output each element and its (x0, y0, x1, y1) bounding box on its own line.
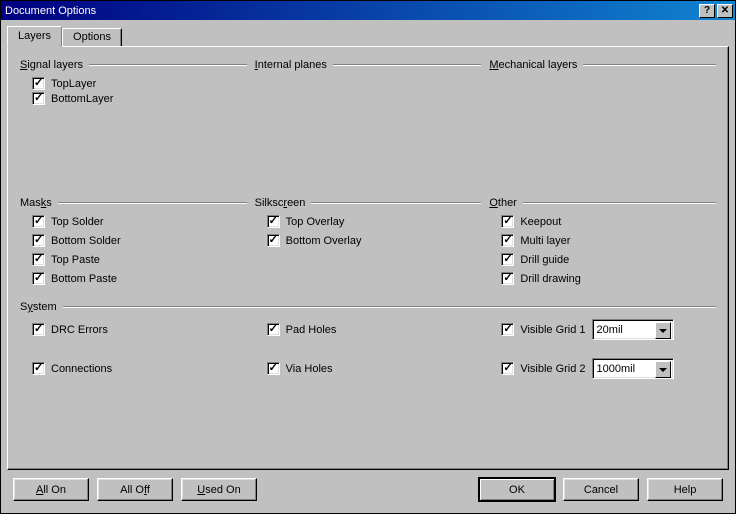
chevron-down-icon[interactable] (655, 322, 671, 339)
check-icon (267, 323, 280, 336)
checkbox-drilldrawing[interactable]: Drill drawing (501, 272, 716, 285)
checkbox-bottom-overlay[interactable]: Bottom Overlay (267, 234, 482, 247)
checkbox-toplayer[interactable]: TopLayer (32, 77, 247, 90)
titlebar: Document Options ? ✕ (1, 1, 735, 20)
check-icon (501, 362, 514, 375)
check-icon (32, 234, 45, 247)
tab-strip: Layers Options (7, 26, 729, 46)
group-title-masks: Masks (20, 197, 58, 209)
check-icon (32, 92, 45, 105)
checkbox-top-paste[interactable]: Top Paste (32, 253, 247, 266)
dialog-window: Document Options ? ✕ Layers Options Sign… (0, 0, 736, 514)
group-title-internal: Internal planes (255, 59, 333, 71)
check-icon (501, 272, 514, 285)
chevron-down-icon[interactable] (655, 361, 671, 378)
checkbox-bottom-solder[interactable]: Bottom Solder (32, 234, 247, 247)
tab-layers[interactable]: Layers (7, 26, 62, 47)
check-icon (267, 215, 280, 228)
group-title-signal: Signal layers (20, 59, 89, 71)
checkbox-top-solder[interactable]: Top Solder (32, 215, 247, 228)
combo-value: 1000mil (597, 363, 636, 375)
group-masks: Masks Top Solder Bottom Solder Top Paste… (20, 197, 247, 291)
checkbox-multilayer[interactable]: Multi layer (501, 234, 716, 247)
window-title: Document Options (5, 5, 697, 17)
checkbox-visible-grid-1[interactable]: Visible Grid 1 (501, 323, 585, 336)
checkbox-via-holes[interactable]: Via Holes (267, 362, 482, 375)
check-icon (32, 362, 45, 375)
checkbox-drillguide[interactable]: Drill guide (501, 253, 716, 266)
tab-panel-layers: Signal layers TopLayer BottomLayer Inter (7, 46, 729, 470)
group-title-system: System (20, 301, 63, 313)
tab-options[interactable]: Options (62, 28, 122, 46)
check-icon (267, 234, 280, 247)
help-titlebar-button[interactable]: ? (699, 4, 715, 18)
check-icon (32, 323, 45, 336)
check-icon (501, 323, 514, 336)
group-silkscreen: Silkscreen Top Overlay Bottom Overlay (255, 197, 482, 291)
check-icon (267, 362, 280, 375)
client-area: Layers Options Signal layers TopLayer (1, 20, 735, 513)
checkbox-bottomlayer[interactable]: BottomLayer (32, 92, 247, 105)
group-mechanical-layers: Mechanical layers (489, 59, 716, 107)
checkbox-drc-errors[interactable]: DRC Errors (32, 323, 247, 336)
group-internal-planes: Internal planes (255, 59, 482, 107)
checkbox-bottom-paste[interactable]: Bottom Paste (32, 272, 247, 285)
combo-visible-grid-2[interactable]: 1000mil (592, 358, 674, 379)
check-icon (501, 215, 514, 228)
check-icon (32, 253, 45, 266)
all-off-button[interactable]: All Off (97, 478, 173, 501)
check-icon (501, 234, 514, 247)
check-icon (32, 272, 45, 285)
combo-visible-grid-1[interactable]: 20mil (592, 319, 674, 340)
all-on-button[interactable]: All On (13, 478, 89, 501)
combo-value: 20mil (597, 324, 623, 336)
ok-button[interactable]: OK (479, 478, 555, 501)
close-titlebar-button[interactable]: ✕ (717, 4, 733, 18)
button-bar: All On All Off Used On OK Cancel Help (7, 470, 729, 507)
group-title-other: Other (489, 197, 523, 209)
checkbox-connections[interactable]: Connections (32, 362, 247, 375)
cancel-button[interactable]: Cancel (563, 478, 639, 501)
check-icon (501, 253, 514, 266)
checkbox-keepout[interactable]: Keepout (501, 215, 716, 228)
checkbox-pad-holes[interactable]: Pad Holes (267, 323, 482, 336)
checkbox-visible-grid-2[interactable]: Visible Grid 2 (501, 362, 585, 375)
group-title-mechanical: Mechanical layers (489, 59, 583, 71)
used-on-button[interactable]: Used On (181, 478, 257, 501)
group-signal-layers: Signal layers TopLayer BottomLayer (20, 59, 247, 107)
help-button[interactable]: Help (647, 478, 723, 501)
check-icon (32, 215, 45, 228)
checkbox-top-overlay[interactable]: Top Overlay (267, 215, 482, 228)
group-title-silkscreen: Silkscreen (255, 197, 312, 209)
group-other: Other Keepout Multi layer Drill guide Dr… (489, 197, 716, 291)
check-icon (32, 77, 45, 90)
